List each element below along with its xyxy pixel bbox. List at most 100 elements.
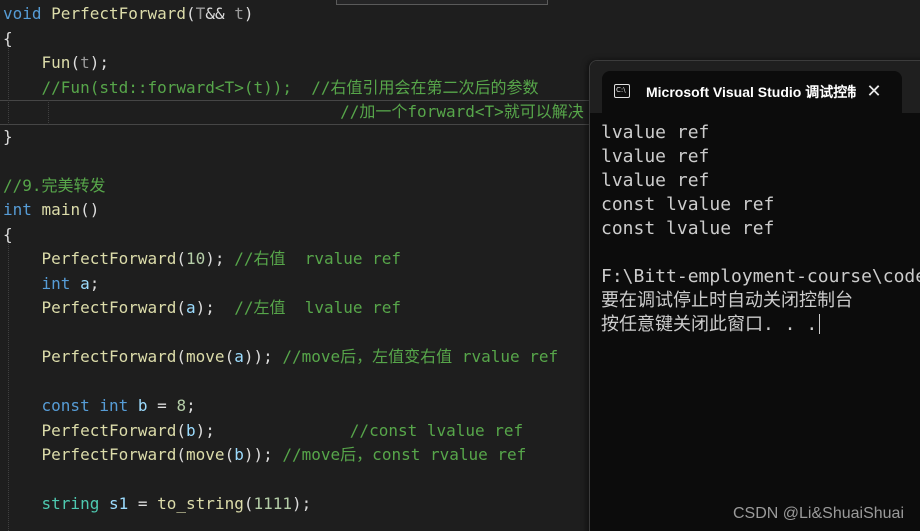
close-icon[interactable]: ✕ — [864, 82, 884, 102]
code-token-kw: int — [41, 273, 71, 293]
console-output-line: lvalue ref — [601, 146, 710, 167]
console-app-icon: C:\ — [614, 84, 630, 98]
code-token-plain: = — [128, 494, 158, 513]
code-token-plain: ( — [176, 298, 187, 317]
code-token-kw: int — [3, 200, 32, 219]
code-token-plain: ( — [70, 53, 81, 72]
code-token-num: 8 — [176, 396, 187, 415]
code-token-comment: //右值 rvalue ref — [224, 249, 402, 268]
code-token-fn: PerfectForward — [41, 298, 177, 317]
code-token-fn: PerfectForward — [41, 420, 177, 440]
code-token-var: a — [234, 347, 244, 366]
code-line: PerfectForward(b); //const lvalue ref — [3, 419, 524, 443]
code-token-param: t — [234, 4, 244, 23]
console-title: Microsoft Visual Studio 调试控制台 — [646, 84, 856, 100]
code-token-plain: ); — [195, 420, 215, 440]
code-token-plain: ; — [89, 273, 100, 293]
code-line: const int b = 8; — [3, 394, 196, 418]
code-line: { — [3, 223, 13, 247]
code-token-plain: { — [3, 28, 13, 48]
code-token-plain: = — [147, 396, 177, 415]
code-token-var: b — [234, 445, 244, 464]
code-token-plain: ( — [176, 249, 187, 268]
tooltip-edge — [336, 0, 548, 5]
code-token-plain: ) — [243, 4, 254, 23]
code-token-plain: { — [3, 224, 13, 244]
code-token-num: 10 — [186, 249, 206, 268]
console-output-line: const lvalue ref — [601, 218, 775, 239]
code-token-var: b — [186, 420, 196, 440]
code-token-var: s1 — [108, 494, 129, 513]
code-token-plain: ( — [176, 420, 187, 440]
code-token-comment: //move后，const rvalue ref — [272, 445, 527, 464]
code-token-num: 1111 — [253, 494, 293, 513]
code-token-fn: Fun — [41, 53, 71, 72]
text-caret — [819, 314, 821, 334]
debug-console-window[interactable]: C:\ Microsoft Visual Studio 调试控制台 ✕ lval… — [589, 60, 920, 531]
code-token-kw: int — [99, 396, 129, 415]
watermark: CSDN @Li&ShuaiShuai — [733, 505, 904, 522]
console-output-line: const lvalue ref — [601, 194, 775, 215]
code-line: PerfectForward(move(b)); //move后，const r… — [3, 443, 527, 467]
code-line: void PerfectForward(T&& t) — [3, 2, 254, 26]
code-line: int a; — [3, 272, 100, 296]
code-token-fn: move — [186, 445, 225, 464]
console-output[interactable]: lvalue ref lvalue ref lvalue ref const l… — [601, 121, 920, 337]
console-prompt-line: 按任意键关闭此窗口. . . — [601, 313, 920, 337]
screenshot-stage: void PerfectForward(T&& t){ Fun(t); //Fu… — [0, 0, 920, 531]
code-token-fn: move — [186, 347, 225, 366]
code-token-comment: //const lvalue ref — [214, 420, 524, 440]
code-line: //加一个forward<T>就可以解决 — [3, 100, 584, 124]
code-line: Fun(t); — [3, 51, 109, 75]
console-output-line: lvalue ref — [601, 122, 710, 143]
code-token-var: a — [80, 273, 90, 293]
code-token-fn: main — [41, 200, 81, 219]
console-titlebar[interactable]: C:\ Microsoft Visual Studio 调试控制台 ✕ — [590, 61, 920, 113]
code-token-plain: && — [205, 4, 235, 23]
code-line: //9.完美转发 — [3, 174, 106, 198]
code-token-plain: )); — [243, 347, 273, 366]
code-token-plain: )); — [243, 445, 273, 464]
code-token-fn: to_string — [157, 494, 244, 513]
code-line: PerfectForward(move(a)); //move后，左值变右值 r… — [3, 345, 559, 369]
code-token-var: b — [137, 396, 148, 415]
code-token-plain: ( — [224, 445, 235, 464]
code-token-fn: PerfectForward — [41, 249, 177, 268]
code-token-plain: ); — [292, 494, 312, 513]
code-line: //Fun(std::forward<T>(t)); //右值引用会在第二次后的… — [3, 76, 539, 100]
code-token-plain: ; — [186, 396, 196, 415]
code-token-comment: //Fun(std::forward<T>(t)); //右值引用会在第二次后的… — [41, 77, 539, 97]
code-line: PerfectForward(a); //左值 lvalue ref — [3, 296, 402, 320]
console-output-line: lvalue ref — [601, 170, 710, 191]
code-token-fn: PerfectForward — [51, 4, 187, 23]
code-token-param: T — [195, 4, 206, 23]
code-token-fn: PerfectForward — [41, 347, 177, 366]
code-token-plain: ( — [186, 4, 196, 23]
code-token-comment: //左值 lvalue ref — [214, 298, 402, 317]
console-info-line: 要在调试停止时自动关闭控制台 — [601, 290, 853, 311]
code-token-comment: //加一个forward<T>就可以解决 — [340, 102, 584, 121]
code-token-fn: PerfectForward — [41, 445, 177, 464]
console-path-line: F:\Bitt-employment-course\code — [601, 266, 920, 287]
code-token-plain: ); — [205, 249, 225, 268]
code-token-plain: () — [80, 200, 100, 219]
code-token-plain: ( — [176, 347, 187, 366]
